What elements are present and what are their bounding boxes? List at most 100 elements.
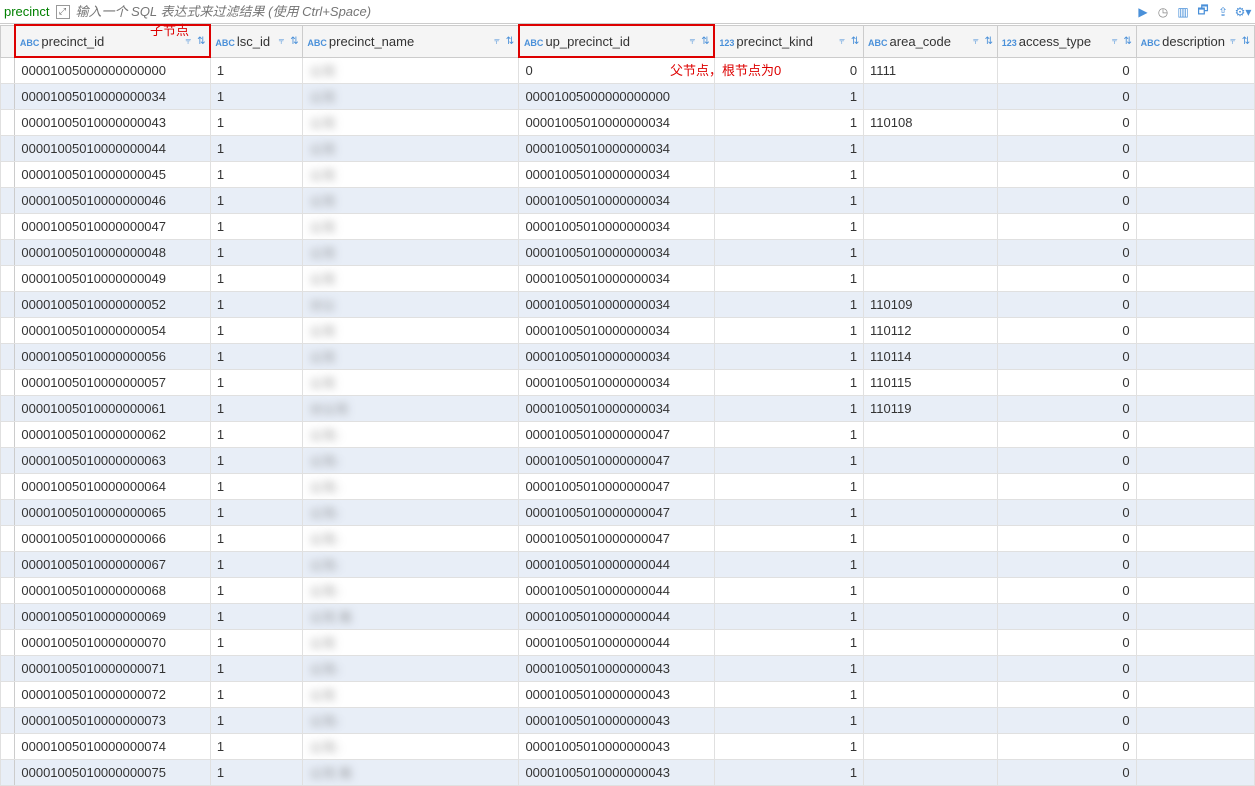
cell-access_type[interactable]: 0 [997,759,1136,785]
filter-icon[interactable]: ⫧ [836,35,848,47]
cell-area_code[interactable]: 110115 [864,369,998,395]
cell-description[interactable] [1136,707,1254,733]
cell-access_type[interactable]: 0 [997,681,1136,707]
cell-precinct_name[interactable]: 公司 [303,135,519,161]
cell-area_code[interactable] [864,551,998,577]
cell-precinct_name[interactable]: 公司 [303,629,519,655]
cell-lsc_id[interactable]: 1 [210,577,303,603]
cell-description[interactable] [1136,655,1254,681]
cell-precinct_name[interactable]: 公司- [303,707,519,733]
table-row[interactable]: 000010050100000000671公司-0000100501000000… [1,551,1255,577]
table-row[interactable]: 000010050100000000621公司-0000100501000000… [1,421,1255,447]
cell-precinct_name[interactable]: 公司 [303,239,519,265]
table-row[interactable]: 000010050100000000751公司 局000010050100000… [1,759,1255,785]
cell-access_type[interactable]: 0 [997,83,1136,109]
cell-precinct_name[interactable]: 公司 [303,369,519,395]
filter-icon[interactable]: ⫧ [275,35,287,47]
row-handle[interactable] [1,577,15,603]
cell-description[interactable] [1136,265,1254,291]
cell-lsc_id[interactable]: 1 [210,317,303,343]
column-header-precinct_name[interactable]: ABCprecinct_name⫧⇅ [303,25,519,57]
table-row[interactable]: 000010050100000000681公司-0000100501000000… [1,577,1255,603]
cell-up_precinct_id[interactable]: 00001005010000000043 [519,759,714,785]
cell-precinct_id[interactable]: 00001005010000000070 [15,629,210,655]
cell-description[interactable] [1136,733,1254,759]
cell-lsc_id[interactable]: 1 [210,213,303,239]
cell-description[interactable] [1136,551,1254,577]
cell-area_code[interactable] [864,161,998,187]
sort-icon[interactable]: ⇅ [849,35,861,47]
cell-description[interactable] [1136,239,1254,265]
cell-up_precinct_id[interactable]: 00001005010000000047 [519,447,714,473]
cell-precinct_kind[interactable]: 1 [714,525,863,551]
cell-precinct_kind[interactable]: 1 [714,187,863,213]
filter-icon[interactable]: ⫧ [491,35,503,47]
cell-area_code[interactable] [864,239,998,265]
cell-precinct_name[interactable]: 公司 [303,83,519,109]
cell-precinct_name[interactable]: 公司 [303,681,519,707]
cell-up_precinct_id[interactable]: 00001005010000000047 [519,499,714,525]
cell-lsc_id[interactable]: 1 [210,681,303,707]
row-handle[interactable] [1,707,15,733]
table-row[interactable]: 000010050100000000611分公司0000100501000000… [1,395,1255,421]
column-header-area_code[interactable]: ABCarea_code⫧⇅ [864,25,998,57]
cell-precinct_id[interactable]: 00001005010000000054 [15,317,210,343]
cell-lsc_id[interactable]: 1 [210,187,303,213]
cell-area_code[interactable] [864,421,998,447]
cell-access_type[interactable]: 0 [997,603,1136,629]
cell-lsc_id[interactable]: 1 [210,109,303,135]
row-handle[interactable] [1,473,15,499]
row-handle[interactable] [1,499,15,525]
cell-access_type[interactable]: 0 [997,161,1136,187]
row-handle[interactable] [1,447,15,473]
cell-area_code[interactable]: 110108 [864,109,998,135]
table-row[interactable]: 000010050100000000691公司 局000010050100000… [1,603,1255,629]
cell-precinct_id[interactable]: 00001005010000000048 [15,239,210,265]
cell-precinct_id[interactable]: 00001005010000000066 [15,525,210,551]
cell-lsc_id[interactable]: 1 [210,499,303,525]
table-row[interactable]: 000010050100000000731公司-0000100501000000… [1,707,1255,733]
cell-access_type[interactable]: 0 [997,655,1136,681]
column-header-lsc_id[interactable]: ABClsc_id⫧⇅ [210,25,303,57]
cell-precinct_id[interactable]: 00001005010000000057 [15,369,210,395]
column-header-description[interactable]: ABCdescription⫧⇅ [1136,25,1254,57]
cell-up_precinct_id[interactable]: 00001005010000000047 [519,473,714,499]
sort-icon[interactable]: ⇅ [699,35,711,47]
cell-precinct_id[interactable]: 00001005010000000056 [15,343,210,369]
cell-precinct_id[interactable]: 00001005000000000000 [15,57,210,83]
cell-area_code[interactable] [864,603,998,629]
row-handle[interactable] [1,369,15,395]
cell-description[interactable] [1136,161,1254,187]
table-row[interactable]: 000010050100000000571公司00001005010000000… [1,369,1255,395]
cell-access_type[interactable]: 0 [997,499,1136,525]
row-handle[interactable] [1,135,15,161]
row-handle[interactable] [1,525,15,551]
row-handle[interactable] [1,239,15,265]
cell-lsc_id[interactable]: 1 [210,291,303,317]
filter-icon[interactable]: ⫧ [1227,35,1239,47]
cell-precinct_id[interactable]: 00001005010000000046 [15,187,210,213]
cell-lsc_id[interactable]: 1 [210,83,303,109]
cell-access_type[interactable]: 0 [997,395,1136,421]
cell-precinct_id[interactable]: 00001005010000000071 [15,655,210,681]
cell-access_type[interactable]: 0 [997,187,1136,213]
cell-precinct_name[interactable]: 公司- [303,577,519,603]
cell-access_type[interactable]: 0 [997,707,1136,733]
cell-description[interactable] [1136,421,1254,447]
cell-precinct_kind[interactable]: 1 [714,733,863,759]
cell-description[interactable] [1136,135,1254,161]
cell-up_precinct_id[interactable]: 00001005010000000043 [519,707,714,733]
cell-lsc_id[interactable]: 1 [210,239,303,265]
table-row[interactable]: 000010050100000000701公司00001005010000000… [1,629,1255,655]
filter-icon[interactable]: ⫧ [182,35,194,47]
row-handle[interactable] [1,603,15,629]
cell-lsc_id[interactable]: 1 [210,343,303,369]
cell-up_precinct_id[interactable]: 00001005010000000034 [519,395,714,421]
cell-precinct_id[interactable]: 00001005010000000065 [15,499,210,525]
history-icon[interactable]: ◷ [1155,4,1171,20]
cell-access_type[interactable]: 0 [997,265,1136,291]
sql-filter-input[interactable] [76,4,1135,19]
cell-lsc_id[interactable]: 1 [210,57,303,83]
cell-precinct_kind[interactable]: 1 [714,213,863,239]
cell-area_code[interactable] [864,499,998,525]
